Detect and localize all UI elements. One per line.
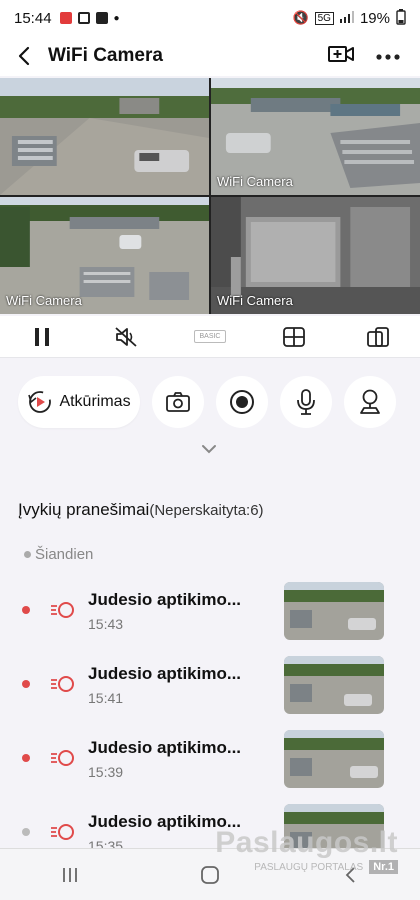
add-camera-button[interactable]: [328, 44, 354, 69]
ptz-joystick-icon: [360, 389, 380, 414]
camera-icon: [166, 392, 190, 412]
playback-controls: BASIC: [0, 316, 420, 358]
page-title: WiFi Camera: [48, 45, 163, 66]
layout-button[interactable]: [269, 317, 319, 357]
unread-dot: [22, 754, 30, 762]
record-button[interactable]: [216, 376, 268, 428]
event-item[interactable]: Judesio aptikimo... 15:39: [0, 730, 420, 790]
app-header: WiFi Camera: [0, 36, 420, 76]
event-title: Judesio aptikimo...: [88, 738, 242, 757]
motion-alert-icon: [51, 750, 74, 766]
camera-label: WiFi Camera: [217, 174, 293, 189]
camera-tile-3[interactable]: WiFi Camera: [0, 197, 209, 314]
motion-alert-icon: [51, 676, 74, 692]
chevron-down-icon: [202, 445, 216, 454]
event-item[interactable]: Judesio aptikimo... 15:43: [0, 582, 420, 642]
status-time: 15:44: [14, 9, 52, 27]
ptz-button[interactable]: [344, 376, 396, 428]
more-button[interactable]: [376, 47, 400, 65]
camera-label: WiFi Camera: [217, 293, 293, 308]
speaker-muted-icon: [115, 326, 137, 347]
back-button[interactable]: [0, 36, 48, 76]
expand-button[interactable]: [200, 442, 218, 460]
mute-button[interactable]: [101, 317, 151, 357]
events-title: Įvykių pranešimai: [18, 500, 150, 519]
recent-apps-icon: [63, 867, 77, 882]
pause-icon: [35, 327, 49, 346]
camera-tile-1[interactable]: [0, 78, 209, 195]
camera-label: WiFi Camera: [6, 293, 82, 308]
network-label: 5G: [314, 11, 334, 25]
arrow-left-icon: [18, 46, 30, 66]
notification-icons: ●: [59, 12, 120, 24]
signal-icon: [339, 10, 354, 26]
event-title: Judesio aptikimo...: [88, 590, 242, 609]
mute-status-icon: 🔇: [292, 10, 309, 25]
event-thumbnail[interactable]: [284, 582, 384, 640]
watermark: Paslaugos.lt PASLAUGŲ PORTALAS Nr.1: [215, 826, 398, 874]
playback-button[interactable]: Atkūrimas: [18, 376, 140, 428]
watermark-brand: Paslaugos.lt: [215, 826, 398, 859]
event-item[interactable]: Judesio aptikimo... 15:41: [0, 656, 420, 716]
checkbox-icon: [95, 12, 108, 24]
screen-switch-icon: [367, 326, 389, 347]
record-icon: [230, 390, 254, 414]
system-icons: 🔇 5G 19%: [292, 8, 406, 28]
recent-apps-button[interactable]: [40, 855, 100, 895]
unread-dot: [22, 606, 30, 614]
read-dot: [22, 828, 30, 836]
watermark-tagline: PASLAUGŲ PORTALAS: [254, 861, 364, 873]
screen-switch-button[interactable]: [353, 317, 403, 357]
battery-icon: [396, 8, 406, 28]
microphone-icon: [297, 389, 315, 415]
timeline-dot: [24, 551, 31, 558]
event-time: 15:41: [88, 690, 124, 706]
events-heading: Įvykių pranešimai(Neperskaityta:6): [18, 500, 264, 520]
event-time: 15:39: [88, 764, 124, 780]
snapshot-button[interactable]: [152, 376, 204, 428]
unread-dot: [22, 680, 30, 688]
battery-label: 19%: [359, 9, 390, 27]
microphone-button[interactable]: [280, 376, 332, 428]
more-dots-icon: [376, 54, 400, 60]
dot-icon: ●: [113, 12, 120, 24]
unread-count: (Neperskaityta:6): [149, 502, 264, 519]
action-row: Atkūrimas: [0, 376, 420, 428]
status-bar: 15:44 ● 🔇 5G 19%: [0, 0, 420, 36]
watermark-badge: Nr.1: [369, 860, 398, 874]
event-thumbnail[interactable]: [284, 730, 384, 788]
camera-tile-4[interactable]: WiFi Camera: [211, 197, 420, 314]
motion-alert-icon: [51, 602, 74, 618]
quality-label: BASIC: [194, 330, 226, 343]
camera-plus-icon: [328, 45, 354, 62]
playback-icon: [28, 391, 52, 413]
section-today: Šiandien: [24, 546, 93, 563]
event-time: 15:43: [88, 616, 124, 632]
pause-button[interactable]: [17, 317, 67, 357]
grid-layout-icon: [283, 326, 305, 347]
record-app-icon: [59, 12, 72, 24]
event-title: Judesio aptikimo...: [88, 664, 242, 683]
quality-button[interactable]: BASIC: [185, 317, 235, 357]
gallery-icon: [77, 12, 90, 24]
camera-feed-1: [0, 78, 209, 195]
event-thumbnail[interactable]: [284, 656, 384, 714]
camera-tile-2[interactable]: WiFi Camera: [211, 78, 420, 195]
playback-label: Atkūrimas: [59, 393, 131, 410]
motion-alert-icon: [51, 824, 74, 840]
section-label: Šiandien: [35, 546, 94, 563]
camera-grid: WiFi Camera WiFi Camera WiFi Camera: [0, 78, 420, 314]
